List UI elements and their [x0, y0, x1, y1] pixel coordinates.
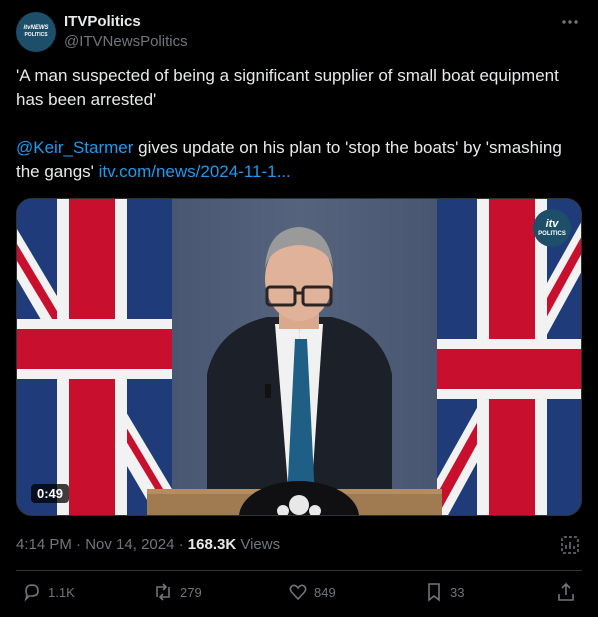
avatar-line2: POLITICS: [24, 32, 48, 38]
reply-count: 1.1K: [48, 584, 75, 600]
action-bar: 1.1K 279 849 33: [16, 582, 582, 606]
more-icon[interactable]: [560, 14, 580, 30]
avatar[interactable]: itvNEWS POLITICS: [16, 12, 56, 52]
badge-line1: itv: [545, 218, 559, 230]
views-label: Views: [240, 536, 281, 553]
reply-icon: [24, 584, 39, 602]
bookmark-icon: [428, 583, 440, 602]
repost-button[interactable]: 279: [152, 582, 202, 602]
view-count: 168.3K: [187, 536, 237, 553]
display-name[interactable]: ITVPolitics: [64, 12, 188, 32]
bookmark-button[interactable]: 33: [424, 582, 464, 602]
tweet-line2: @Keir_Starmer gives update on his plan t…: [16, 136, 582, 184]
tweet-meta: 4:14 PM · Nov 14, 2024 · 168.3K Views: [16, 536, 281, 553]
like-button[interactable]: 849: [288, 582, 336, 602]
like-icon: [289, 584, 307, 601]
itv-politics-badge: itv POLITICS: [533, 209, 571, 247]
badge-line2: POLITICS: [538, 231, 566, 237]
share-icon: [558, 582, 574, 601]
bookmark-count: 33: [450, 584, 465, 600]
video-duration: 0:49: [31, 484, 70, 503]
avatar-line1: itvNEWS: [23, 25, 49, 31]
share-button[interactable]: [556, 582, 582, 602]
repost-count: 279: [180, 584, 202, 600]
tweet-header: itvNEWS POLITICS ITVPolitics @ITVNewsPol…: [16, 12, 582, 58]
tweet-text: 'A man suspected of being a significant …: [16, 64, 582, 184]
repost-icon: [156, 583, 170, 601]
article-link[interactable]: itv.com/news/2024-11-1...: [99, 162, 291, 181]
author-names: ITVPolitics @ITVNewsPolitics: [64, 12, 188, 52]
video-frame: [17, 199, 581, 515]
handle[interactable]: @ITVNewsPolitics: [64, 32, 188, 52]
tweet-time[interactable]: 4:14 PM: [16, 536, 72, 553]
tweet-line1: 'A man suspected of being a significant …: [16, 66, 559, 109]
tweet-date[interactable]: Nov 14, 2024: [85, 536, 174, 553]
reply-button[interactable]: 1.1K: [22, 582, 75, 602]
like-count: 849: [314, 584, 336, 600]
divider: [16, 570, 582, 571]
stats-icon[interactable]: [560, 535, 580, 555]
mention-link[interactable]: @Keir_Starmer: [16, 138, 133, 157]
video-player[interactable]: itv POLITICS 0:49: [16, 198, 582, 516]
